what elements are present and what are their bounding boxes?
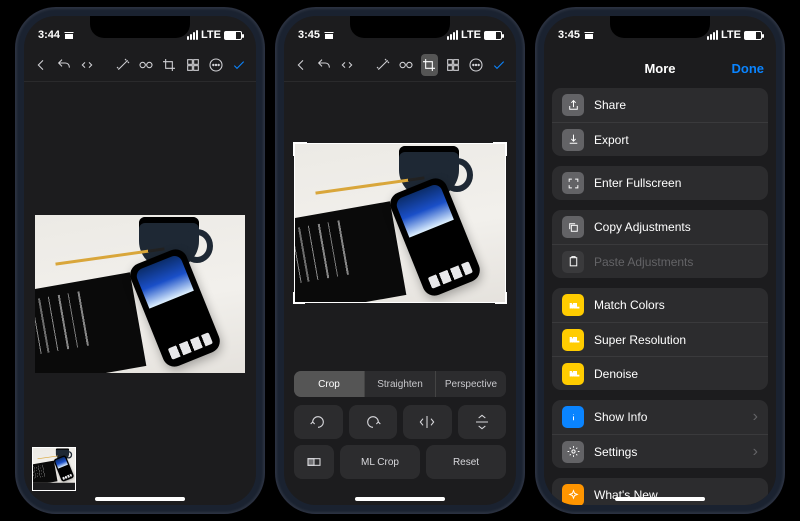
adjustments-button[interactable] (137, 54, 154, 76)
rotate-left-button[interactable] (294, 405, 343, 439)
undo-button[interactable] (315, 54, 332, 76)
more-button[interactable] (207, 54, 224, 76)
share-icon (562, 94, 584, 116)
seg-straighten[interactable]: Straighten (364, 371, 435, 397)
code-button[interactable] (339, 54, 356, 76)
done-button[interactable] (231, 54, 248, 76)
time: 3:45 (558, 29, 580, 41)
chevron-icon: › (753, 443, 758, 461)
row-paste-adjustments: Paste Adjustments (552, 244, 768, 278)
alarm-icon (583, 29, 595, 41)
notch (90, 16, 190, 38)
row-denoise[interactable]: ML Denoise (552, 356, 768, 390)
phone-3-more-menu: 3:45 LTE More Done Share (536, 8, 784, 513)
battery-icon (224, 31, 242, 40)
battery-icon (484, 31, 502, 40)
code-button[interactable] (79, 54, 96, 76)
super-res-icon: ML (562, 329, 584, 351)
more-sheet: More Done Share Export (544, 48, 776, 505)
row-share[interactable]: Share (552, 88, 768, 122)
done-button[interactable] (491, 54, 508, 76)
crop-box[interactable] (294, 143, 506, 303)
info-icon (562, 406, 584, 428)
network-label: LTE (461, 29, 481, 41)
crop-controls: Crop Straighten Perspective ML Crop Rese… (284, 363, 516, 505)
alarm-icon (63, 29, 75, 41)
fullscreen-icon (562, 172, 584, 194)
row-fullscreen[interactable]: Enter Fullscreen (552, 166, 768, 200)
time: 3:45 (298, 29, 320, 41)
phone-1-edit-view: 3:44 LTE (16, 8, 264, 513)
seg-perspective[interactable]: Perspective (435, 371, 506, 397)
copy-icon (562, 216, 584, 238)
canvas[interactable] (24, 82, 256, 505)
fullscreen-group: Enter Fullscreen (552, 166, 768, 200)
svg-text:ML: ML (569, 371, 578, 378)
crop-button[interactable] (421, 54, 438, 76)
aspect-ratio-button[interactable] (294, 445, 334, 479)
undo-button[interactable] (55, 54, 72, 76)
sheet-title: More (644, 61, 675, 76)
ml-crop-button[interactable]: ML Crop (340, 445, 420, 479)
more-button[interactable] (467, 54, 484, 76)
flip-horizontal-button[interactable] (403, 405, 452, 439)
network-label: LTE (201, 29, 221, 41)
paste-icon (562, 251, 584, 273)
svg-text:ML: ML (569, 303, 578, 310)
reset-button[interactable]: Reset (426, 445, 506, 479)
row-settings[interactable]: Settings › (552, 434, 768, 468)
presets-button[interactable] (444, 54, 461, 76)
row-copy-adjustments[interactable]: Copy Adjustments (552, 210, 768, 244)
sparkle-icon (562, 484, 584, 505)
row-export[interactable]: Export (552, 122, 768, 156)
alarm-icon (323, 29, 335, 41)
signal-icon (187, 30, 198, 40)
info-group: Show Info › Settings › (552, 400, 768, 468)
share-group: Share Export (552, 88, 768, 156)
notch (610, 16, 710, 38)
network-label: LTE (721, 29, 741, 41)
signal-icon (707, 30, 718, 40)
denoise-icon: ML (562, 363, 584, 385)
phone-2-crop-view: 3:45 LTE (276, 8, 524, 513)
battery-icon (744, 31, 762, 40)
editor-toolbar (284, 48, 516, 82)
match-colors-icon: ML (562, 294, 584, 316)
ml-group: ML Match Colors ML Super Resolution ML D… (552, 288, 768, 390)
time: 3:44 (38, 29, 60, 41)
photo (295, 144, 505, 302)
done-button[interactable]: Done (732, 61, 765, 76)
magic-wand-button[interactable] (114, 54, 131, 76)
crop-mode-segment[interactable]: Crop Straighten Perspective (294, 371, 506, 397)
presets-button[interactable] (184, 54, 201, 76)
row-match-colors[interactable]: ML Match Colors (552, 288, 768, 322)
adjustments-group: Copy Adjustments Paste Adjustments (552, 210, 768, 278)
editor-toolbar (24, 48, 256, 82)
back-button[interactable] (292, 54, 309, 76)
back-button[interactable] (32, 54, 49, 76)
home-indicator[interactable] (95, 497, 185, 501)
crop-button[interactable] (161, 54, 178, 76)
magic-wand-button[interactable] (374, 54, 391, 76)
chevron-icon: › (753, 408, 758, 426)
home-indicator[interactable] (615, 497, 705, 501)
adjustments-button[interactable] (397, 54, 414, 76)
notch (350, 16, 450, 38)
rotate-right-button[interactable] (349, 405, 398, 439)
svg-text:ML: ML (569, 337, 578, 344)
home-indicator[interactable] (355, 497, 445, 501)
row-show-info[interactable]: Show Info › (552, 400, 768, 434)
thumbnail[interactable] (32, 447, 76, 491)
export-icon (562, 129, 584, 151)
canvas[interactable] (284, 82, 516, 363)
signal-icon (447, 30, 458, 40)
row-super-resolution[interactable]: ML Super Resolution (552, 322, 768, 356)
sheet-header: More Done (544, 48, 776, 88)
settings-icon (562, 441, 584, 463)
photo (35, 215, 245, 373)
seg-crop[interactable]: Crop (294, 371, 364, 397)
flip-vertical-button[interactable] (458, 405, 507, 439)
